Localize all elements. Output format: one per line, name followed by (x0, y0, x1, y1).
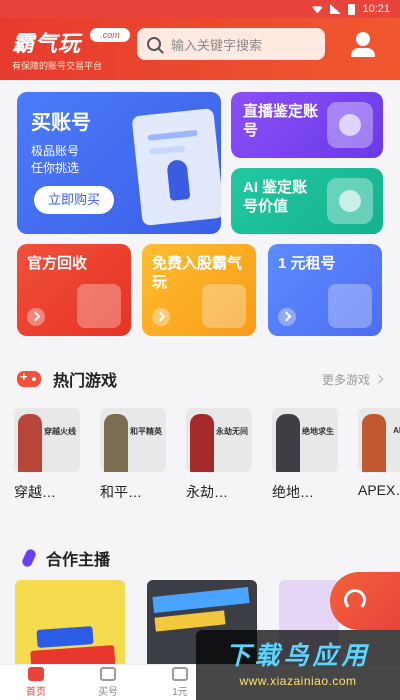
game-name: 和平… (100, 484, 142, 500)
live-illustration (327, 102, 373, 148)
official-recycle-title: 官方回收 (27, 255, 88, 272)
official-recycle-card[interactable]: 官方回收 (17, 244, 131, 336)
buy-account-card[interactable]: 买账号 极品账号 任你挑选 立即购买 (17, 92, 221, 234)
game-name: 绝地… (272, 484, 314, 500)
game-name: 穿越… (14, 484, 56, 500)
search-input[interactable]: 输入关键字搜索 (137, 28, 325, 60)
buy-now-button[interactable]: 立即购买 (34, 186, 114, 214)
ai-appraisal-title: AI 鉴定账号价值 (243, 179, 308, 215)
stamp-illustration (328, 284, 372, 328)
streamer-card[interactable] (15, 580, 125, 664)
logo-text: 霸气玩 (12, 31, 82, 57)
game-item[interactable]: 和平精英 和平… (100, 408, 166, 508)
game-item[interactable]: 绝地求生 绝地… (272, 408, 338, 508)
hot-games-header: 热门游戏 更多游戏 (0, 362, 400, 396)
watermark-text: 下载鸟应用 (225, 642, 371, 670)
header: 霸气玩 .com 有保障的账号交易平台 输入关键字搜索 (0, 18, 400, 80)
tab-buy[interactable]: 买号 (72, 665, 144, 700)
watermark-url: www.xiazainiao.com (239, 674, 357, 688)
microphone-icon (20, 547, 38, 569)
arrow-right-icon (278, 308, 296, 326)
arrow-right-icon (27, 308, 45, 326)
game-thumbnail: 穿越火线 (14, 408, 80, 472)
watermark: 下载鸟应用 www.xiazainiao.com (196, 630, 400, 700)
ai-illustration (327, 178, 373, 224)
game-name: APEX… (358, 482, 400, 498)
game-name: 永劫… (186, 484, 228, 500)
tab-home[interactable]: 首页 (0, 665, 72, 700)
game-thumbnail: APEX (358, 408, 400, 472)
game-thumbnail: 绝地求生 (272, 408, 338, 472)
user-profile-icon[interactable] (350, 32, 376, 58)
rent-account-title: 1 元租号 (278, 255, 336, 272)
live-appraisal-title: 直播鉴定账号 (243, 103, 319, 139)
phone-illustration (131, 108, 221, 226)
signal-icon (330, 4, 342, 14)
live-appraisal-card[interactable]: 直播鉴定账号 (231, 92, 383, 158)
rent-account-card[interactable]: 1 元租号 (268, 244, 382, 336)
tab-buy-label: 买号 (98, 687, 118, 698)
game-item[interactable]: 穿越火线 穿越… (14, 408, 80, 508)
ai-appraisal-card[interactable]: AI 鉴定账号价值 (231, 168, 383, 234)
hot-games-title: 热门游戏 (53, 373, 118, 390)
home-icon (28, 667, 44, 681)
battery-icon (348, 3, 356, 15)
more-games-label: 更多游戏 (321, 372, 370, 387)
logo-domain: .com (90, 28, 130, 42)
game-thumbnail: 和平精英 (100, 408, 166, 472)
game-item[interactable]: 永劫无间 永劫… (186, 408, 252, 508)
rent-icon (172, 667, 188, 681)
cart-icon (100, 667, 116, 681)
search-placeholder: 输入关键字搜索 (171, 37, 263, 53)
more-games-link[interactable]: 更多游戏 (321, 371, 384, 388)
chevron-right-icon (374, 374, 384, 384)
shield-illustration (77, 284, 121, 328)
wifi-icon (311, 6, 324, 14)
customer-service-button[interactable] (330, 572, 400, 630)
search-icon (147, 37, 161, 51)
free-invest-card[interactable]: 免费入股霸气玩 (142, 244, 256, 336)
app-logo[interactable]: 霸气玩 .com 有保障的账号交易平台 (12, 26, 130, 72)
streamers-title: 合作主播 (46, 552, 111, 569)
game-item[interactable]: APEX APEX… (358, 408, 400, 508)
status-time: 10:21 (362, 3, 390, 15)
game-thumbnail: 永劫无间 (186, 408, 252, 472)
person-illustration (202, 284, 246, 328)
gamepad-icon (17, 369, 41, 387)
tab-home-label: 首页 (26, 687, 46, 698)
status-bar: 10:21 (0, 0, 400, 18)
arrow-right-icon (152, 308, 170, 326)
headset-icon (344, 589, 366, 611)
streamers-header: 合作主播 (0, 541, 400, 575)
tab-rent-label: 1元 (172, 687, 188, 698)
hot-games-list: 穿越火线 穿越… 和平精英 和平… 永劫无间 永劫… 绝地求生 绝地… APEX… (14, 408, 400, 508)
logo-slogan: 有保障的账号交易平台 (12, 61, 103, 71)
